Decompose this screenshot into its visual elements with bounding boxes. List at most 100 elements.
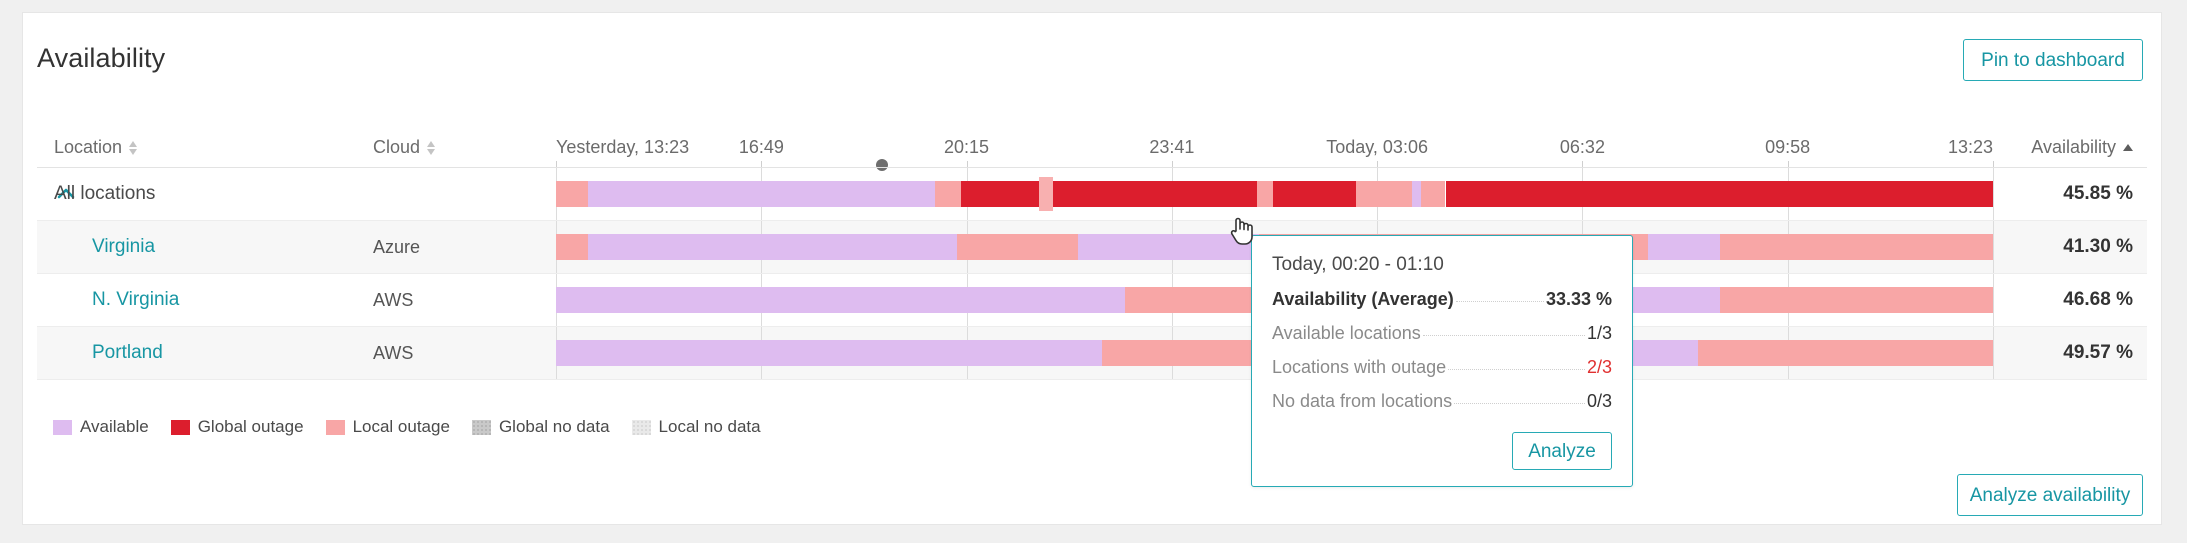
timeline-gridline	[556, 274, 557, 326]
timeline-gridline	[1377, 168, 1379, 220]
timeline-gridline	[1993, 168, 1994, 220]
timeline-tooltip: Today, 00:20 - 01:10 Availability (Avera…	[1251, 235, 1633, 487]
legend-swatch-local-outage	[325, 419, 345, 435]
column-header-cloud[interactable]: Cloud	[373, 137, 436, 158]
row-availability-value: 45.85 %	[2063, 183, 2133, 204]
timeline-gridline	[1787, 274, 1789, 326]
axis-tick-label: Today, 03:06	[1326, 137, 1428, 157]
tooltip-row-value: 0/3	[1586, 391, 1612, 411]
availability-segment-available[interactable]	[1648, 234, 1720, 260]
legend-label: Available	[80, 417, 149, 436]
timeline-gridline	[556, 168, 557, 220]
timeline-gridline	[761, 221, 763, 273]
tooltip-row-key: Locations with outage	[1272, 357, 1447, 377]
availability-segment-available[interactable]	[587, 234, 957, 260]
availability-segment-local-outage[interactable]	[1719, 234, 1993, 260]
availability-segment-global-outage[interactable]	[1053, 181, 1258, 207]
availability-segment-available[interactable]	[1648, 340, 1699, 366]
axis-tick-label: Yesterday, 13:23	[556, 137, 690, 157]
availability-segment-local-outage[interactable]	[1698, 340, 1993, 366]
timeline-gridline	[761, 168, 763, 220]
availability-bar	[556, 177, 1993, 211]
axis-tick-label: 09:58	[1765, 137, 1811, 157]
row-label-location-link[interactable]: N. Virginia	[92, 274, 179, 326]
availability-segment-local-outage[interactable]	[956, 234, 1078, 260]
timeline-gridline	[1171, 327, 1173, 379]
legend-label: Global outage	[197, 417, 304, 436]
timeline-gridline	[761, 274, 763, 326]
availability-segment-local-outage[interactable]	[1356, 181, 1413, 207]
table-row[interactable]: Virginia Azure 41.30 %	[37, 221, 2147, 274]
availability-segment-local-outage[interactable]	[1719, 287, 1993, 313]
availability-segment-local-outage[interactable]	[935, 181, 962, 207]
screen-root: Availability Pin to dashboard Location C…	[0, 0, 2187, 543]
tooltip-analyze-button[interactable]: Analyze	[1512, 432, 1612, 470]
row-availability-value: 46.68 %	[2063, 289, 2133, 310]
availability-segment-available[interactable]	[587, 181, 936, 207]
availability-card: Availability Pin to dashboard Location C…	[22, 12, 2162, 525]
availability-segment-available[interactable]	[556, 340, 1103, 366]
legend-label: Local outage	[352, 417, 450, 436]
timeline-gridline	[1171, 221, 1173, 273]
sort-toggle-icon[interactable]	[129, 140, 138, 156]
timeline-gridline	[1582, 168, 1584, 220]
availability-segment-global-outage[interactable]	[1273, 181, 1357, 207]
availability-segment-global-outage[interactable]	[1445, 181, 1993, 207]
timeline-gridline	[1787, 221, 1789, 273]
axis-tick-label: 20:15	[944, 137, 990, 157]
availability-segment-local-outage[interactable]	[1257, 181, 1274, 207]
timeline-gridline	[1787, 168, 1789, 220]
timeline-gridline	[966, 221, 968, 273]
availability-segment-local-outage[interactable]	[1421, 181, 1446, 207]
legend-swatch-available	[53, 419, 72, 435]
availability-segment-available[interactable]	[1633, 287, 1720, 313]
row-label-location-link[interactable]: Portland	[92, 327, 163, 379]
row-timeline[interactable]	[556, 168, 1994, 220]
availability-segment-local-outage[interactable]	[1102, 340, 1268, 366]
table-header-row: Location Cloud Availability Yesterday, 1…	[37, 131, 2147, 171]
tooltip-row-value: 2/3	[1586, 357, 1612, 377]
availability-segment-available[interactable]	[1412, 181, 1422, 207]
sort-toggle-icon[interactable]	[427, 140, 436, 156]
availability-segment-available[interactable]	[556, 287, 1126, 313]
column-header-location[interactable]: Location	[54, 137, 138, 158]
tooltip-row-leader	[1455, 301, 1544, 302]
timeline-gridline	[1171, 168, 1173, 220]
availability-segment-local-outage[interactable]	[556, 181, 588, 207]
page-title: Availability	[37, 43, 166, 73]
axis-tick-label: 16:49	[738, 137, 784, 157]
analyze-availability-button[interactable]: Analyze availability	[1957, 474, 2143, 516]
sort-ascending-icon[interactable]	[2123, 144, 2133, 151]
timeline-gridline	[966, 327, 968, 379]
availability-segment-local-outage[interactable]	[1038, 177, 1054, 211]
tooltip-row-key: No data from locations	[1272, 391, 1453, 411]
legend-swatch-global-outage	[170, 419, 190, 435]
legend-item: Local outage	[325, 417, 450, 437]
table-row[interactable]: All locations 45.85 %	[37, 168, 2147, 221]
tooltip-row-value: 33.33 %	[1545, 289, 1612, 309]
tooltip-title: Today, 00:20 - 01:10	[1272, 254, 1444, 275]
availability-segment-local-outage[interactable]	[556, 234, 588, 260]
table-row[interactable]: Portland AWS 49.57 %	[37, 327, 2147, 380]
tooltip-actions: Analyze	[1272, 432, 1612, 470]
row-label-location-link[interactable]: Virginia	[92, 221, 155, 273]
tooltip-row-leader	[1422, 335, 1585, 336]
column-header-availability[interactable]: Availability	[2031, 137, 2133, 158]
table-row[interactable]: N. Virginia AWS 46.68 %	[37, 274, 2147, 327]
availability-segment-available[interactable]	[1077, 234, 1259, 260]
row-cloud-provider: AWS	[373, 342, 414, 363]
legend-item: Global outage	[170, 417, 304, 437]
tooltip-row: Availability (Average) 33.33 %	[1272, 289, 1612, 310]
card-header: Availability Pin to dashboard	[23, 13, 2161, 99]
row-availability-value: 41.30 %	[2063, 236, 2133, 257]
timeline-gridline	[556, 221, 557, 273]
legend-item: Available	[53, 417, 149, 437]
availability-segment-local-outage[interactable]	[1125, 287, 1268, 313]
table-body: All locations 45.85 % Virginia Azure 41.30 %…	[37, 167, 2147, 380]
axis-tick-label: 23:41	[1149, 137, 1195, 157]
availability-segment-global-outage[interactable]	[961, 181, 1039, 207]
pin-to-dashboard-button[interactable]: Pin to dashboard	[1963, 39, 2143, 81]
timeline-gridline	[1993, 221, 1994, 273]
legend-swatch-local-no-data	[631, 419, 651, 435]
column-header-availability-label: Availability	[2031, 137, 2116, 157]
